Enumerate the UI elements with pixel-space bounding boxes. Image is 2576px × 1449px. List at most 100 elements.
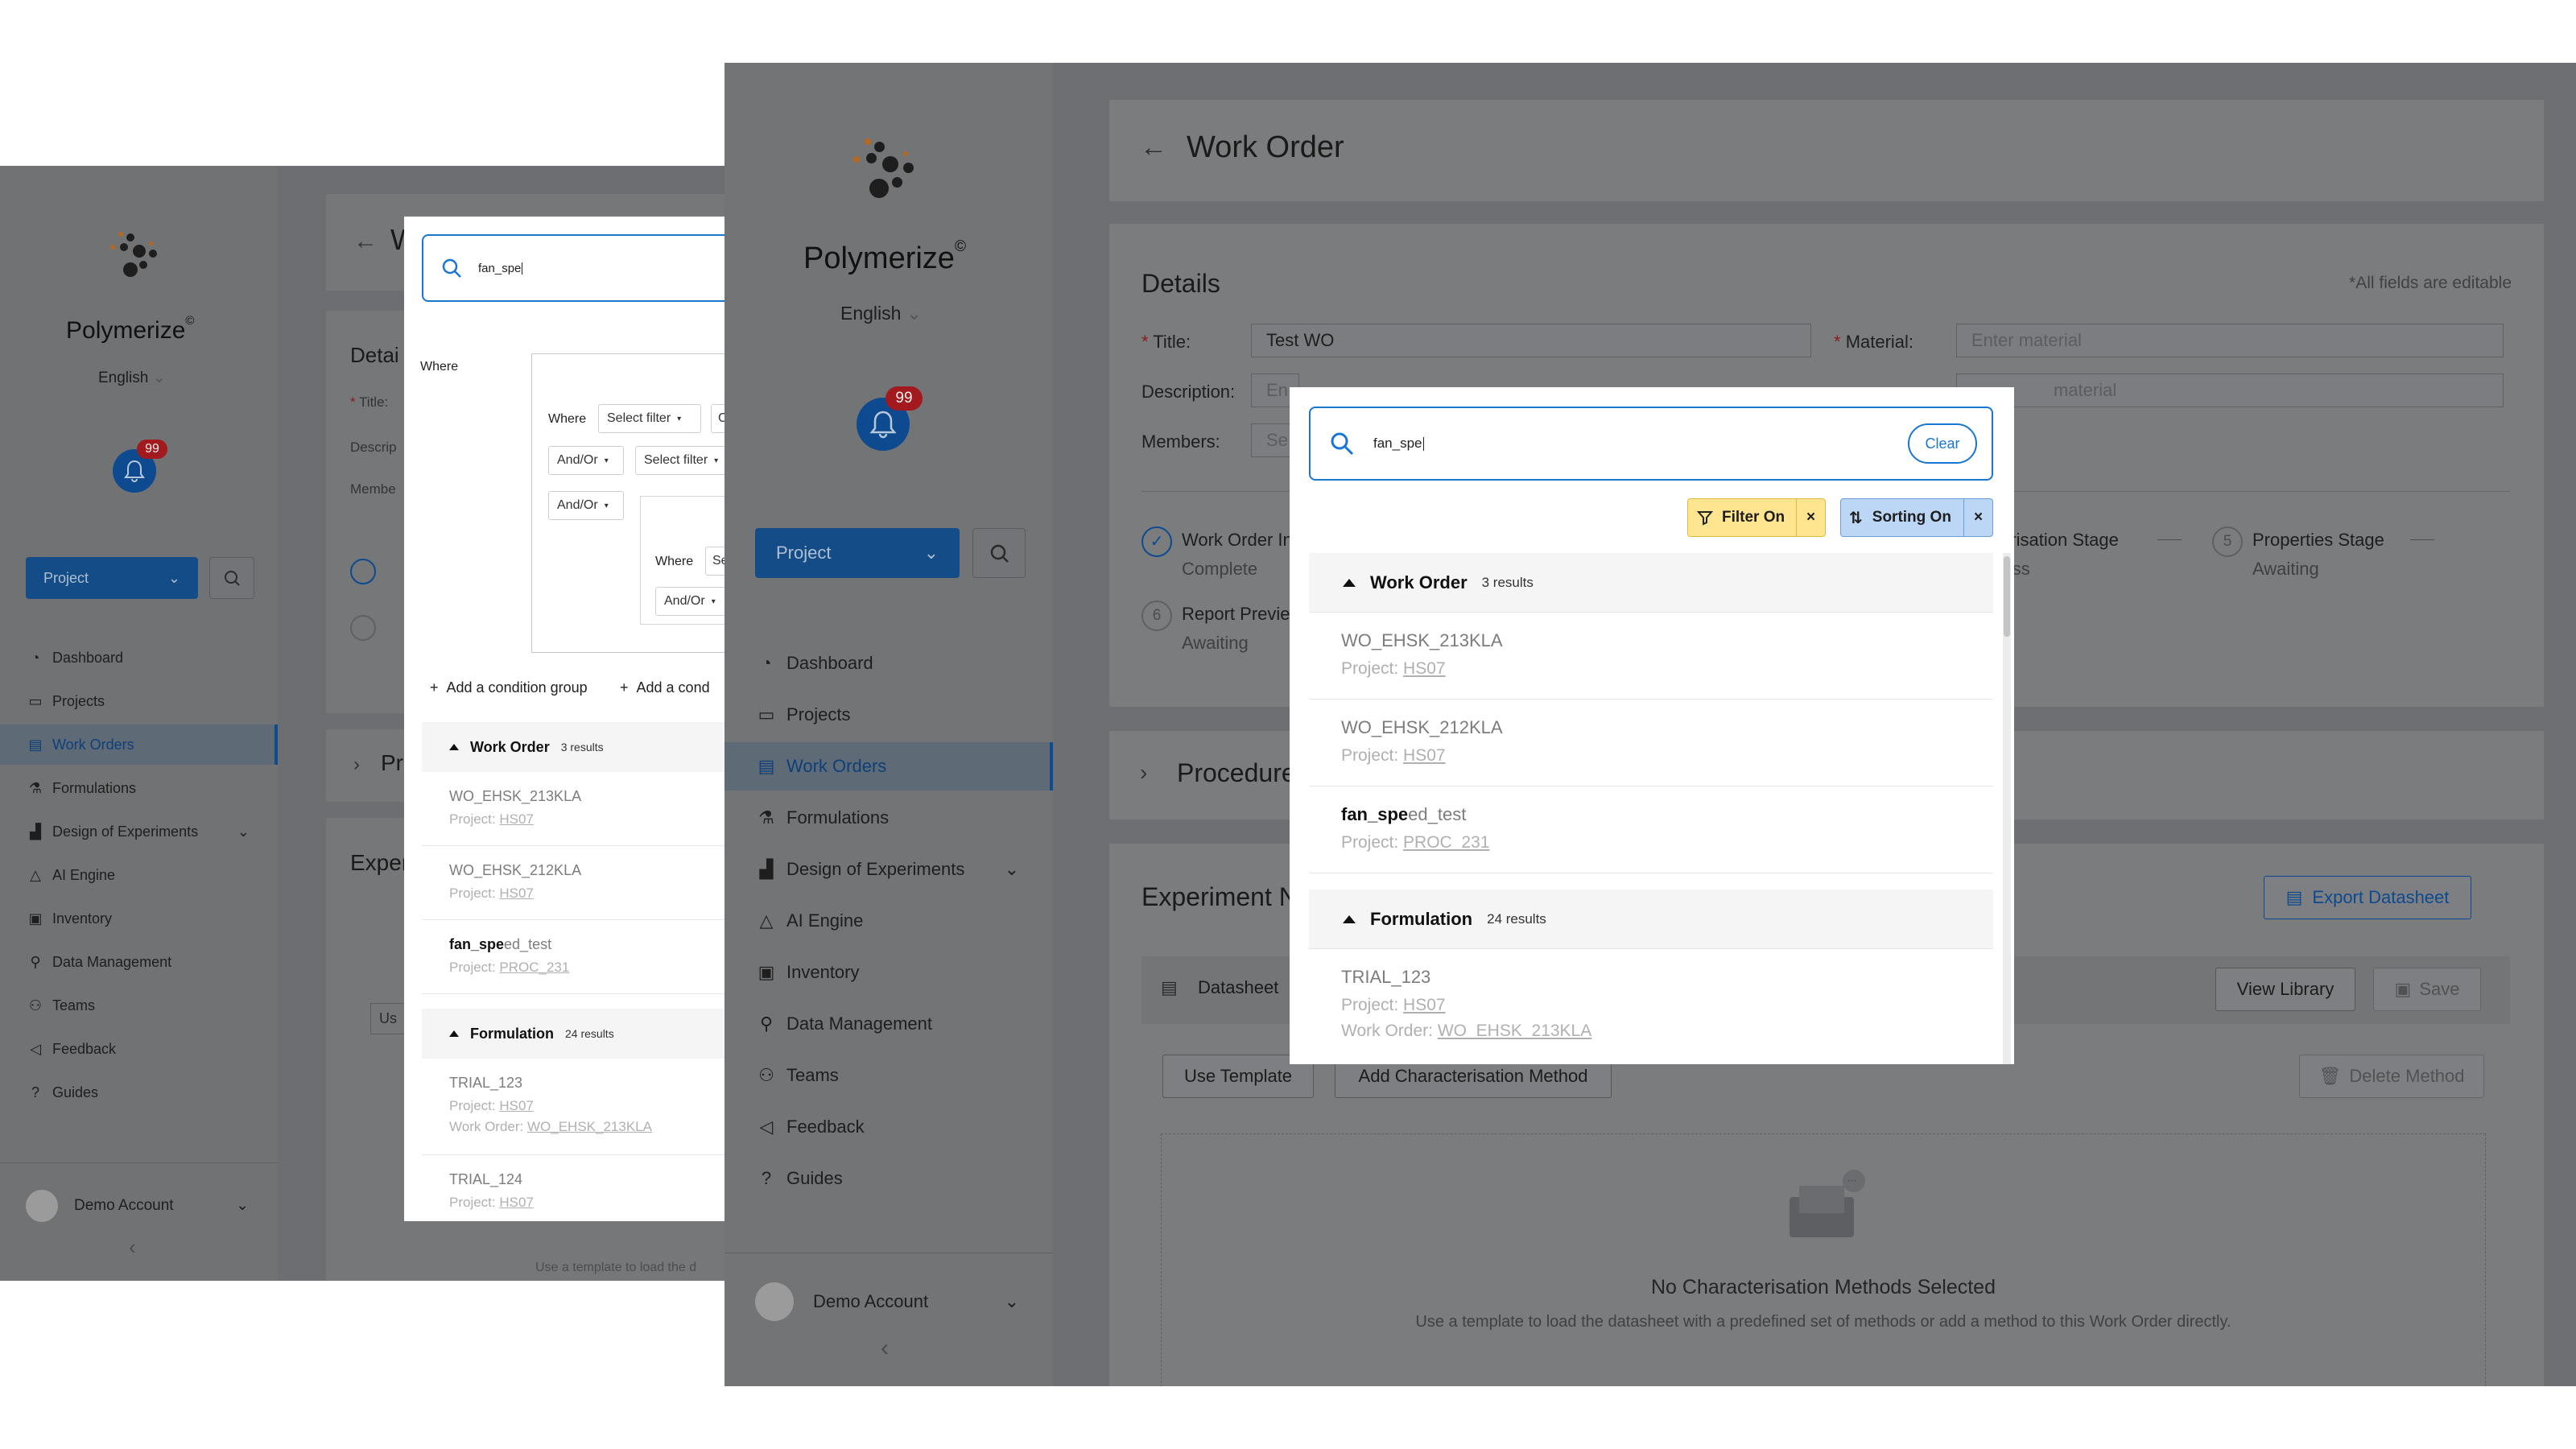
search-button[interactable] [972,528,1026,578]
language-selector[interactable]: English ⌄ [98,369,166,387]
group-header-formulation[interactable]: Formulation 24 results [1309,890,1993,949]
add-condition-group-button[interactable]: + Add a condition group [430,679,588,696]
add-condition-button[interactable]: + Add a cond [620,679,710,696]
sidebar-item-design-of-experiments[interactable]: ▟ Design of Experiments ⌄ [0,811,278,852]
result-item[interactable]: WO_EHSK_212KLA Project: HS07 [1309,700,1993,786]
sidebar-item-label: AI Engine [52,866,116,883]
background-screenshot: Polymerize© English ⌄ 99 Project ⌄ ◔ Dashb… [0,166,724,1281]
dashboard-icon: ◔ [31,649,40,666]
filter-builder: Where Select filter ▾ C And/Or ▾ Select fi… [531,353,724,653]
sidebar-item-feedback[interactable]: ◁ Feedback [724,1103,1053,1151]
sidebar-item-inventory[interactable]: ▣ Inventory [724,948,1053,997]
search-button[interactable] [209,557,254,599]
sidebar-item-label: Guides [786,1168,843,1188]
save-button[interactable]: ▣ Save [2373,968,2481,1011]
back-arrow-icon[interactable]: ← [353,228,378,255]
material-secondary-input[interactable]: material [1956,374,2504,407]
result-item[interactable]: fan_speed_test Project: PROC_231 [422,920,724,994]
result-item[interactable]: TRIAL_124 Project: HS07 [422,1155,724,1221]
chevron-down-icon: ⌄ [236,1197,249,1214]
sidebar-item-projects[interactable]: ▭ Projects [0,681,278,721]
active-indicator [1050,742,1053,791]
brand-name: Polymerize© [803,237,966,275]
remove-sorting-icon[interactable]: × [1963,499,1992,536]
inventory-icon: ▣ [758,962,775,982]
results-scrollbar[interactable] [2003,553,2011,1064]
and-or-dropdown[interactable]: And/Or ▾ [655,587,724,616]
flask-icon: ⚗ [28,779,43,796]
select-filter-dropdown[interactable]: Select filter ▾ [635,446,724,475]
sidebar-item-ai-engine[interactable]: △ AI Engine [0,855,278,895]
sidebar-item-projects[interactable]: ▭ Projects [724,691,1053,739]
filter-on-chip[interactable]: Filter On × [1687,498,1826,537]
sorting-on-chip[interactable]: ⇅ Sorting On × [1840,498,1993,537]
sidebar-item-guides[interactable]: ? Guides [0,1072,278,1113]
result-item[interactable]: fan_speed_test Project: PROC_231 [1309,786,1993,873]
result-item[interactable]: WO_EHSK_212KLA Project: HS07 [422,846,724,920]
title-input[interactable]: Test WO [1251,324,1811,357]
select-filter-dropdown[interactable]: Se [705,547,724,576]
material-input[interactable]: Enter material [1956,324,2504,357]
sidebar-item-inventory[interactable]: ▣ Inventory [0,898,278,939]
teams-icon: ⚇ [758,1065,774,1085]
language-selector[interactable]: English ⌄ [840,303,922,324]
project-dropdown-button[interactable]: Project ⌄ [26,557,198,599]
select-filter-dropdown[interactable]: Select filter ▾ [598,404,701,433]
project-dropdown-button[interactable]: Project ⌄ [755,528,960,578]
document-icon: ▤ [1161,977,1178,997]
collapse-sidebar-icon[interactable]: ‹ [129,1235,136,1260]
empty-state: ··· No Characterisation Methods Selected… [1161,1133,2486,1386]
sidebar-item-label: Guides [52,1084,99,1100]
trash-icon: 🗑 [2318,1066,2342,1086]
collapse-sidebar-icon[interactable]: ‹ [881,1335,889,1362]
sidebar: Polymerize© English ⌄ 99 Project ⌄ ◔ Dashb… [724,63,1053,1386]
sidebar-item-label: Inventory [52,910,113,927]
datasheet-tab[interactable]: Datasheet [1198,977,1278,998]
and-or-dropdown[interactable]: And/Or ▾ [548,491,624,520]
empty-description: Use a template to load the datasheet wit… [1415,1313,2231,1331]
result-item[interactable]: TRIAL_123 Project: HS07 Work Order: WO_E… [1309,949,1993,1064]
back-arrow-icon[interactable]: ← [1140,132,1167,163]
export-datasheet-button[interactable]: ▤ Export Datasheet [2264,876,2471,919]
group-header-work-order[interactable]: Work Order 3 results [422,722,724,772]
sidebar-item-guides[interactable]: ? Guides [724,1154,1053,1203]
chevron-right-icon: › [1140,760,1148,785]
search-input[interactable]: fan_spe [1309,407,1993,481]
sidebar-item-formulations[interactable]: ⚗ Formulations [724,794,1053,842]
sidebar-item-data-management[interactable]: ⚲ Data Management [724,1000,1053,1048]
question-icon: ? [761,1168,772,1188]
remove-filter-icon[interactable]: × [1796,499,1825,536]
condition-dropdown-partial[interactable]: C [711,404,724,433]
delete-method-button[interactable]: 🗑 Delete Method [2299,1055,2484,1098]
result-item[interactable]: WO_EHSK_213KLA Project: HS07 [422,772,724,846]
page-title: Work Order [1187,130,1344,164]
folder-icon: ▭ [28,692,43,709]
result-item[interactable]: WO_EHSK_213KLA Project: HS07 [1309,613,1993,700]
view-library-button[interactable]: View Library [2215,968,2355,1011]
account-menu[interactable]: Demo Account ⌄ [0,1162,278,1248]
sidebar-item-label: Projects [786,704,851,724]
sidebar-item-work-orders[interactable]: ▤ Work Orders [0,724,278,765]
sidebar-item-label: Teams [52,997,96,1013]
group-header-work-order[interactable]: Work Order 3 results [1309,553,1993,613]
sidebar-item-teams[interactable]: ⚇ Teams [0,985,278,1026]
search-input[interactable]: fan_spe [422,234,724,302]
sidebar-item-dashboard[interactable]: ◔ Dashboard [724,639,1053,687]
warning-triangle-icon: △ [759,910,774,931]
sidebar-item-dashboard[interactable]: ◔ Dashboard [0,638,278,678]
scrollbar-thumb[interactable] [2004,556,2010,637]
group-header-formulation[interactable]: Formulation 24 results [422,1009,724,1059]
sidebar-item-teams[interactable]: ⚇ Teams [724,1051,1053,1100]
and-or-dropdown[interactable]: And/Or ▾ [548,446,624,475]
result-item[interactable]: TRIAL_123 Project: HS07 Work Order: WO_E… [422,1059,724,1155]
clear-button[interactable]: Clear [1908,423,1977,464]
account-menu[interactable]: Demo Account ⌄ [724,1253,1053,1349]
sidebar-item-feedback[interactable]: ◁ Feedback [0,1029,278,1069]
procedure-heading: Procedure [1177,758,1296,787]
sidebar-item-design-of-experiments[interactable]: ▟ Design of Experiments ⌄ [724,845,1053,894]
sidebar-item-formulations[interactable]: ⚗ Formulations [0,768,278,808]
sidebar-item-data-management[interactable]: ⚲ Data Management [0,942,278,982]
question-icon: ? [31,1084,39,1100]
sidebar-item-ai-engine[interactable]: △ AI Engine [724,897,1053,945]
sidebar-item-work-orders[interactable]: ▤ Work Orders [724,742,1053,791]
